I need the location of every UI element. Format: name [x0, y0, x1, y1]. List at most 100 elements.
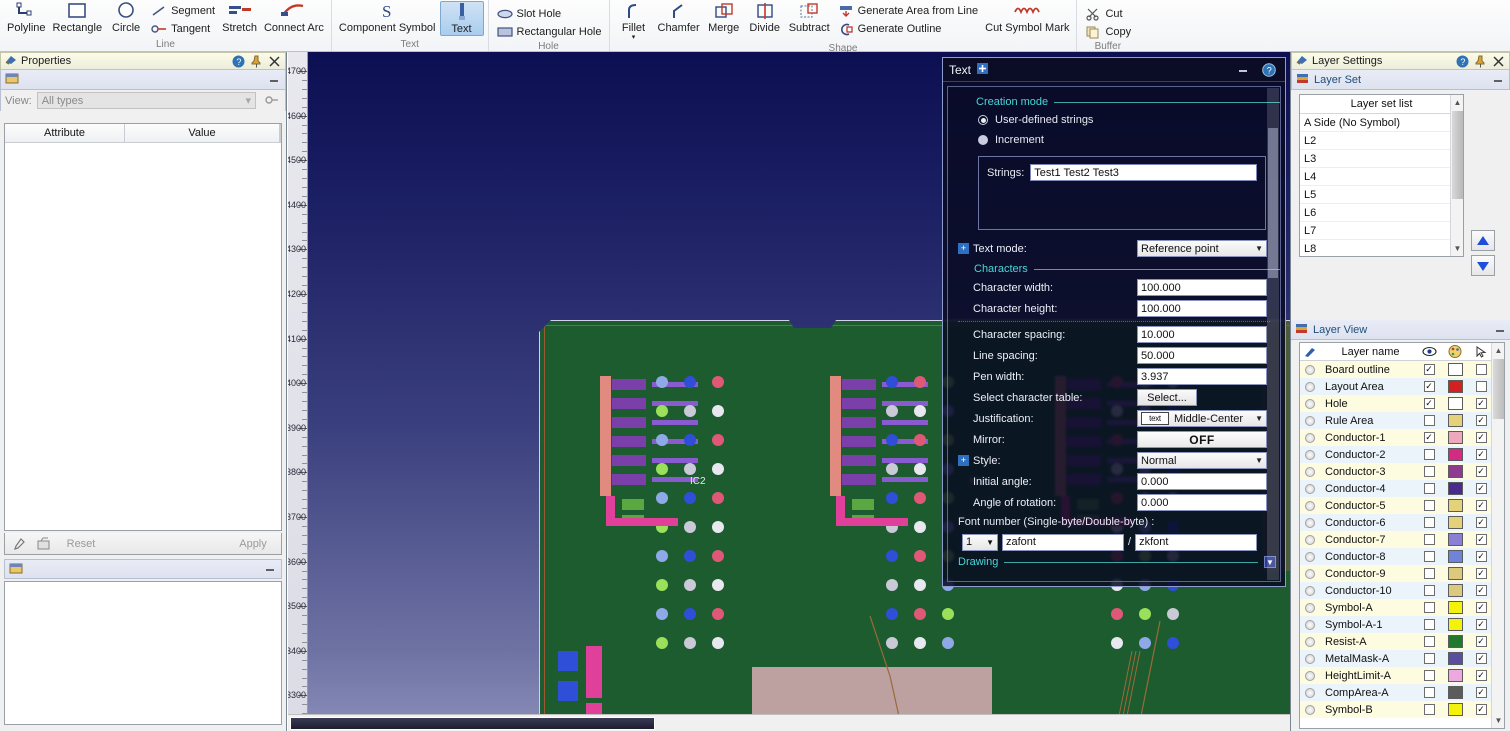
- layer-active-radio[interactable]: [1300, 535, 1320, 545]
- text-dialog-scrollbar[interactable]: [1267, 88, 1279, 580]
- apply-button[interactable]: Apply: [229, 535, 277, 552]
- move-layer-down-button[interactable]: [1471, 255, 1495, 276]
- layer-visible-checkbox[interactable]: [1416, 704, 1442, 715]
- layer-color-swatch[interactable]: [1442, 584, 1468, 597]
- apply-to-icon[interactable]: [33, 535, 53, 553]
- properties-window-icon[interactable]: [5, 71, 20, 88]
- layer-view-row[interactable]: Conductor-4✓: [1300, 480, 1504, 497]
- layer-visible-checkbox[interactable]: [1416, 551, 1442, 562]
- scroll-up-icon[interactable]: ▲: [1451, 95, 1464, 110]
- layer-visible-checkbox[interactable]: ✓: [1416, 381, 1442, 392]
- layer-visible-checkbox[interactable]: [1416, 534, 1442, 545]
- layer-set-item[interactable]: L5: [1300, 186, 1463, 204]
- filter-icon[interactable]: [261, 92, 281, 110]
- layer-view-row[interactable]: Symbol-B✓: [1300, 701, 1504, 718]
- help-icon[interactable]: ?: [1259, 61, 1279, 79]
- layer-view-row[interactable]: Conductor-9✓: [1300, 565, 1504, 582]
- layer-active-radio[interactable]: [1300, 620, 1320, 630]
- layer-color-swatch[interactable]: [1442, 635, 1468, 648]
- minimize-icon[interactable]: [1493, 323, 1507, 337]
- double-byte-font-input[interactable]: zkfont: [1135, 534, 1257, 551]
- layer-view-row[interactable]: Symbol-A✓: [1300, 599, 1504, 616]
- connect-arc-button[interactable]: Connect Arc: [261, 1, 327, 34]
- layer-visible-checkbox[interactable]: [1416, 568, 1442, 579]
- slot-hole-button[interactable]: Slot Hole: [493, 5, 605, 23]
- divide-button[interactable]: Divide: [745, 1, 785, 34]
- font-number-select[interactable]: 1 ▼: [962, 534, 998, 551]
- layer-active-radio[interactable]: [1300, 382, 1320, 392]
- layer-set-scrollbar-thumb[interactable]: [1452, 111, 1463, 199]
- layer-view-scrollbar-thumb[interactable]: [1493, 359, 1504, 419]
- layer-visible-checkbox[interactable]: [1416, 483, 1442, 494]
- help-icon[interactable]: ?: [231, 54, 245, 68]
- horizontal-scrollbar-thumb[interactable]: [290, 717, 655, 730]
- rectangle-button[interactable]: Rectangle: [50, 1, 106, 34]
- layer-view-row[interactable]: Conductor-6✓: [1300, 514, 1504, 531]
- layer-visible-checkbox[interactable]: [1416, 670, 1442, 681]
- layer-visible-checkbox[interactable]: ✓: [1416, 398, 1442, 409]
- text-mode-select[interactable]: Reference point ▼: [1137, 240, 1267, 257]
- chevron-down-icon[interactable]: ▾: [632, 34, 636, 42]
- layer-color-swatch[interactable]: [1442, 363, 1468, 376]
- layer-visible-checkbox[interactable]: [1416, 687, 1442, 698]
- layer-set-list[interactable]: Layer set list A Side (No Symbol)L2L3L4L…: [1299, 94, 1464, 257]
- layer-view-row[interactable]: MetalMask-A✓: [1300, 650, 1504, 667]
- angle-of-rotation-input[interactable]: 0.000: [1137, 494, 1267, 511]
- layer-color-swatch[interactable]: [1442, 652, 1468, 665]
- layer-set-list-scrollbar[interactable]: ▲ ▼: [1450, 95, 1463, 256]
- style-select[interactable]: Normal ▼: [1137, 452, 1267, 469]
- layer-view-row[interactable]: Symbol-A-1✓: [1300, 616, 1504, 633]
- layer-color-swatch[interactable]: [1442, 380, 1468, 393]
- layer-color-swatch[interactable]: [1442, 669, 1468, 682]
- layer-visible-checkbox[interactable]: [1416, 619, 1442, 630]
- scroll-up-icon[interactable]: ▲: [1492, 343, 1505, 358]
- minimize-icon[interactable]: [1233, 61, 1253, 79]
- layer-active-radio[interactable]: [1300, 484, 1320, 494]
- mirror-toggle[interactable]: OFF: [1137, 431, 1267, 448]
- pin-icon[interactable]: [249, 54, 263, 68]
- layer-active-radio[interactable]: [1300, 569, 1320, 579]
- layer-color-swatch[interactable]: [1442, 448, 1468, 461]
- layer-color-swatch[interactable]: [1442, 499, 1468, 512]
- layer-view-row[interactable]: Resist-A✓: [1300, 633, 1504, 650]
- character-width-input[interactable]: 100.000: [1137, 279, 1267, 296]
- text-dialog-scrollbar-thumb[interactable]: [1268, 128, 1278, 278]
- layer-active-radio[interactable]: [1300, 433, 1320, 443]
- layer-set-item[interactable]: L4: [1300, 168, 1463, 186]
- layer-view-row[interactable]: Conductor-5✓: [1300, 497, 1504, 514]
- layer-active-radio[interactable]: [1300, 518, 1320, 528]
- line-spacing-input[interactable]: 50.000: [1137, 347, 1267, 364]
- layer-view-row[interactable]: Conductor-7✓: [1300, 531, 1504, 548]
- layer-color-swatch[interactable]: [1442, 550, 1468, 563]
- layer-active-radio[interactable]: [1300, 603, 1320, 613]
- horizontal-scrollbar[interactable]: [288, 714, 1290, 731]
- layer-color-swatch[interactable]: [1442, 516, 1468, 529]
- generate-outline-button[interactable]: Generate Outline: [834, 20, 981, 38]
- pin-icon[interactable]: [1473, 54, 1487, 68]
- layer-color-swatch[interactable]: [1442, 465, 1468, 478]
- layer-visible-checkbox[interactable]: [1416, 466, 1442, 477]
- layer-color-swatch[interactable]: [1442, 482, 1468, 495]
- layer-visible-checkbox[interactable]: [1416, 653, 1442, 664]
- layer-active-radio[interactable]: [1300, 501, 1320, 511]
- layer-view-row[interactable]: HeightLimit-A✓: [1300, 667, 1504, 684]
- character-height-input[interactable]: 100.000: [1137, 300, 1267, 317]
- merge-button[interactable]: Merge: [704, 1, 744, 34]
- expand-icon[interactable]: +: [958, 243, 969, 254]
- minimize-icon[interactable]: [1491, 73, 1505, 87]
- layer-active-radio[interactable]: [1300, 416, 1320, 426]
- close-icon[interactable]: [267, 54, 281, 68]
- layer-visible-checkbox[interactable]: [1416, 449, 1442, 460]
- layer-active-radio[interactable]: [1300, 552, 1320, 562]
- eyedropper-icon[interactable]: [9, 535, 29, 553]
- vertical-ruler[interactable]: -4700-4600-4500-4400-4300-4200-4100-4000…: [288, 52, 308, 731]
- layer-view-row[interactable]: Board outline✓: [1300, 361, 1504, 378]
- rectangular-hole-button[interactable]: Rectangular Hole: [493, 23, 605, 41]
- layer-visible-checkbox[interactable]: ✓: [1416, 432, 1442, 443]
- help-icon[interactable]: ?: [1455, 54, 1469, 68]
- layer-color-swatch[interactable]: [1442, 618, 1468, 631]
- move-layer-up-button[interactable]: [1471, 230, 1495, 251]
- layer-active-radio[interactable]: [1300, 450, 1320, 460]
- layer-view-table[interactable]: Layer name Board outline✓Layout Area✓Hol…: [1299, 342, 1505, 729]
- radio-increment[interactable]: Increment: [948, 130, 1280, 150]
